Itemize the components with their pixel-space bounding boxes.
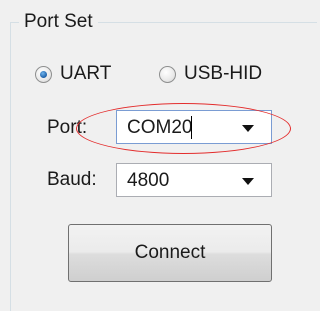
baud-select[interactable]: 4800 [116, 163, 272, 197]
uart-radio[interactable]: UART [35, 63, 111, 85]
port-set-panel: Port Set UART USB-HID Port: COM20 Baud: … [0, 0, 320, 311]
baud-label: Baud: [47, 169, 97, 190]
usb-hid-radio[interactable]: USB-HID [159, 63, 262, 85]
uart-radio-label: UART [60, 63, 112, 84]
usb-hid-radio-label: USB-HID [184, 63, 263, 84]
chevron-down-icon[interactable] [242, 178, 254, 185]
baud-select-value: 4800 [127, 170, 170, 191]
radio-unchecked-icon [159, 65, 176, 83]
chevron-down-icon[interactable] [242, 125, 254, 132]
port-set-title: Port Set [19, 11, 98, 33]
port-select-value: COM20 [127, 117, 193, 138]
text-caret [191, 116, 192, 139]
radio-checked-icon [35, 65, 52, 83]
connect-button[interactable]: Connect [68, 224, 272, 282]
port-label: Port: [47, 117, 88, 138]
port-select[interactable]: COM20 [116, 110, 272, 144]
